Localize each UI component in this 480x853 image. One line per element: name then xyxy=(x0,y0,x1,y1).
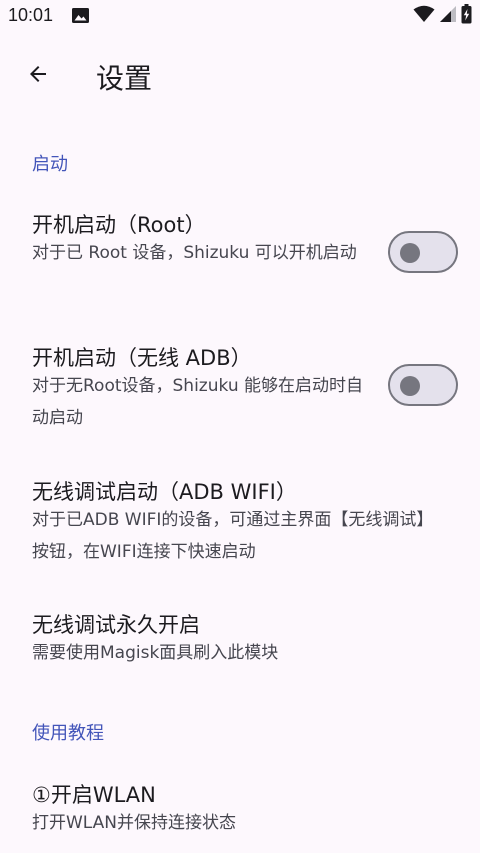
switch-thumb xyxy=(400,376,420,396)
page-title: 设置 xyxy=(96,62,153,95)
pref-step-enable-wlan[interactable]: ①开启WLAN 打开WLAN并保持连接状态 xyxy=(0,765,480,845)
status-time: 10:01 xyxy=(8,5,54,25)
section-header-tutorial: 使用教程 xyxy=(32,723,104,744)
arrow-back-icon xyxy=(26,62,50,90)
app-bar: 设置 xyxy=(0,44,480,108)
pref-summary: 对于无Root设备，Shizuku 能够在启动时自动启动 xyxy=(32,376,364,428)
pref-wireless-debug-permanent[interactable]: 无线调试永久开启 需要使用Magisk面具刷入此模块 xyxy=(0,595,480,675)
wifi-icon xyxy=(413,5,435,27)
pref-title: 开机启动（无线 ADB） xyxy=(32,346,252,370)
wireless-adb-boot-switch[interactable] xyxy=(388,364,458,406)
pref-summary: 对于已ADB WIFI的设备，可通过主界面【无线调试】按钮，在WIFI连接下快速… xyxy=(32,510,434,562)
pref-title: ①开启WLAN xyxy=(32,783,156,807)
pref-adb-wifi-start[interactable]: 无线调试启动（ADB WIFI） 对于已ADB WIFI的设备，可通过主界面【无… xyxy=(0,460,480,575)
pref-summary: 打开WLAN并保持连接状态 xyxy=(32,813,237,833)
status-icons xyxy=(413,4,472,28)
pref-wireless-adb-boot[interactable]: 开机启动（无线 ADB） 对于无Root设备，Shizuku 能够在启动时自动启… xyxy=(0,328,480,443)
back-button[interactable] xyxy=(14,52,62,100)
pref-title: 无线调试启动（ADB WIFI） xyxy=(32,480,297,504)
status-bar: 10:01 xyxy=(0,0,480,32)
pref-root-boot[interactable]: 开机启动（Root） 对于已 Root 设备，Shizuku 可以开机启动 xyxy=(0,195,480,310)
pref-summary: 对于已 Root 设备，Shizuku 可以开机启动 xyxy=(32,243,357,263)
signal-icon xyxy=(439,5,457,27)
image-icon xyxy=(72,8,89,23)
section-header-startup: 启动 xyxy=(32,154,68,175)
battery-charging-icon xyxy=(461,4,472,28)
pref-title: 开机启动（Root） xyxy=(32,213,206,237)
pref-title: 无线调试永久开启 xyxy=(32,613,200,637)
switch-thumb xyxy=(400,243,420,263)
root-boot-switch[interactable] xyxy=(388,231,458,273)
pref-summary: 需要使用Magisk面具刷入此模块 xyxy=(32,643,279,663)
